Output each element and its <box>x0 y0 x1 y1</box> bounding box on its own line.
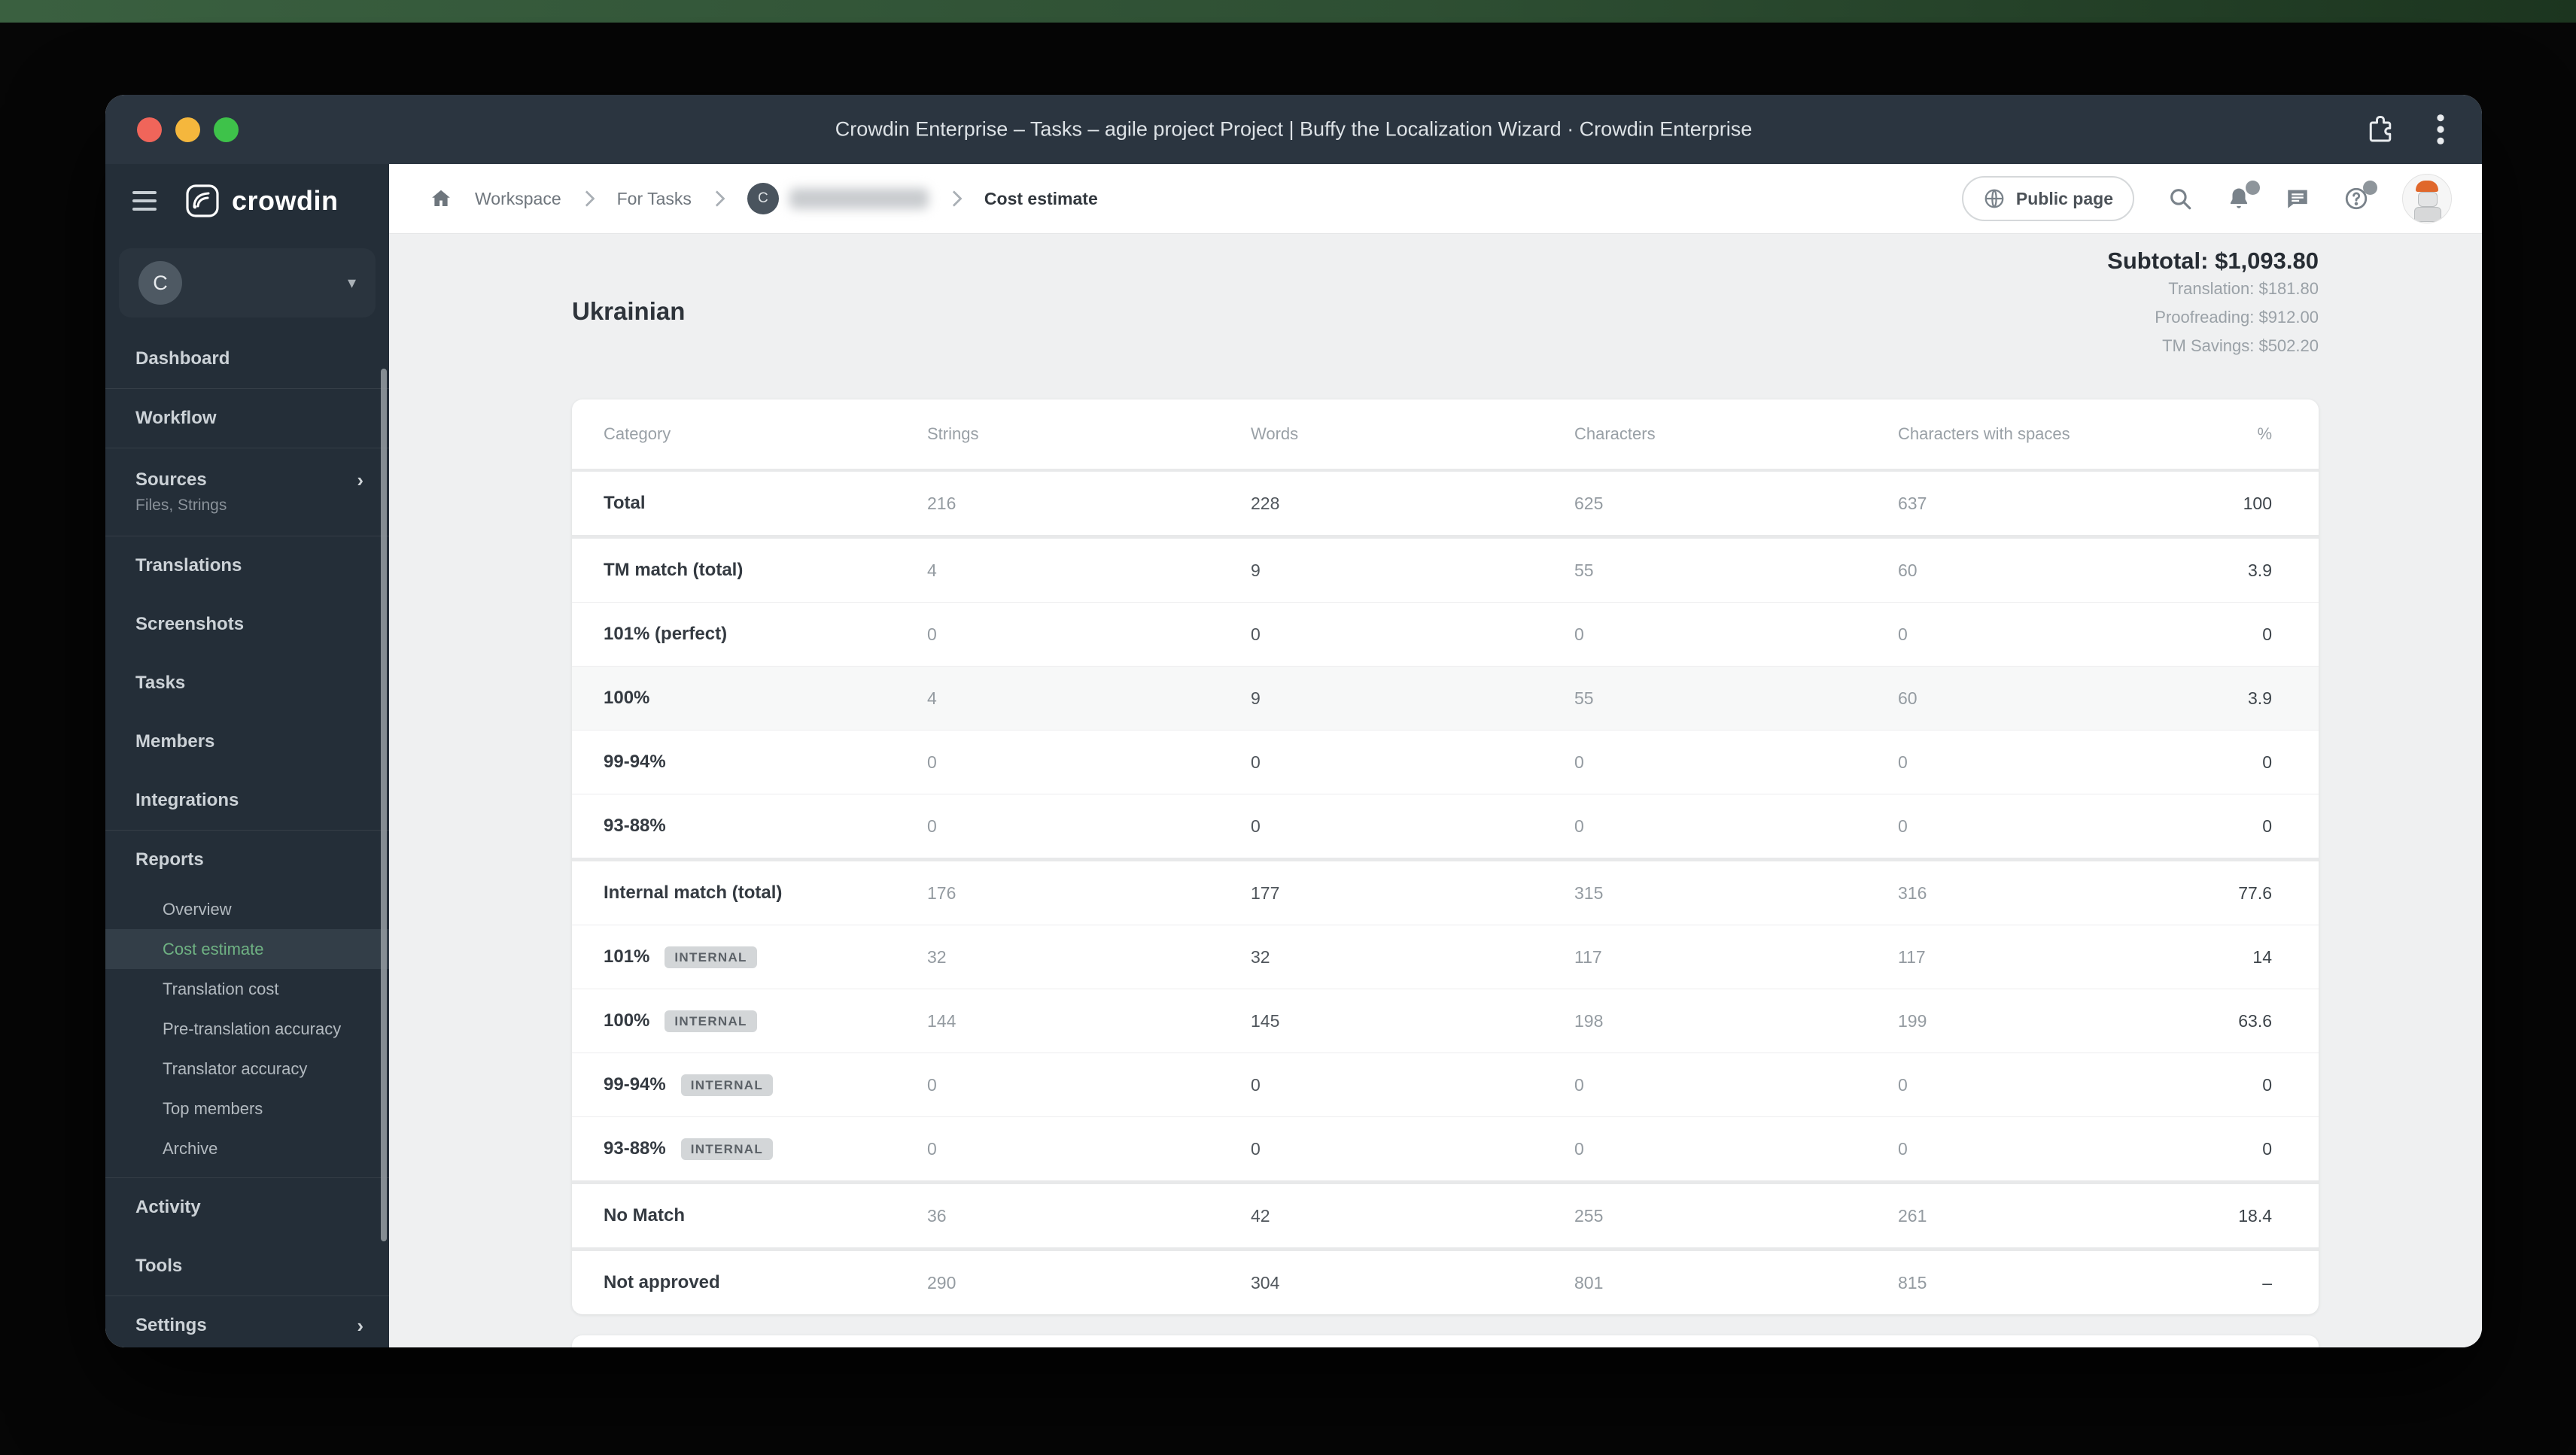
sidebar-subitem-top-members[interactable]: Top members <box>105 1089 389 1128</box>
help-icon[interactable] <box>2343 181 2377 211</box>
sidebar-subitem-cost-estimate[interactable]: Cost estimate <box>105 929 389 969</box>
avatar-hat <box>2416 181 2438 192</box>
cost-estimate-table: Category Strings Words Characters Charac… <box>572 399 2319 1314</box>
project-avatar: C <box>747 183 779 214</box>
sidebar-item-members[interactable]: Members <box>105 712 389 771</box>
sidebar-subitem-pre-translation-accuracy[interactable]: Pre-translation accuracy <box>105 1009 389 1049</box>
messages-icon[interactable] <box>2285 186 2310 211</box>
sidebar-item-sources[interactable]: Sources › Files, Strings <box>105 448 389 536</box>
col-header-category: Category <box>604 424 671 443</box>
sidebar-scrollbar[interactable] <box>381 369 387 1241</box>
help-dot <box>2363 181 2377 195</box>
minimize-window-button[interactable] <box>175 117 200 142</box>
home-icon[interactable] <box>430 187 452 210</box>
organization-avatar: C <box>138 261 182 305</box>
sidebar-subitem-translation-cost[interactable]: Translation cost <box>105 969 389 1009</box>
hamburger-menu-icon[interactable] <box>132 191 157 211</box>
window-title: Crowdin Enterprise – Tasks – agile proje… <box>835 117 1753 141</box>
extensions-puzzle-icon[interactable] <box>2365 114 2396 145</box>
table-row-99-94-internal: 99-94% INTERNAL 0 0 0 0 0 <box>572 1053 2319 1116</box>
subtotal-tm-savings: TM Savings: $502.20 <box>2162 336 2319 355</box>
sources-subtitle: Files, Strings <box>135 497 227 514</box>
public-page-button[interactable]: Public page <box>1961 176 2134 221</box>
sidebar-subitem-overview[interactable]: Overview <box>105 889 389 929</box>
subtotal-proofreading: Proofreading: $912.00 <box>2155 308 2319 327</box>
breadcrumb-item-workspace[interactable]: Workspace <box>475 189 561 209</box>
report-content: Ukrainian Subtotal: $1,093.80 Translatio… <box>389 234 2482 1347</box>
table-row-100-internal: 100% INTERNAL 144 145 198 199 63.6 <box>572 989 2319 1053</box>
table-row-total: Total 216 228 625 637 100 <box>604 493 2272 513</box>
table-row-tm-match-total: TM match (total) 4 9 55 60 3.9 <box>572 535 2319 602</box>
globe-icon <box>1984 189 2004 208</box>
organization-selector[interactable]: C ▾ <box>119 248 376 317</box>
chevron-separator-icon <box>714 190 725 207</box>
breadcrumb: Workspace For Tasks C Cost estimate <box>430 183 1098 214</box>
internal-badge: INTERNAL <box>665 1010 757 1032</box>
sidebar-item-translations[interactable]: Translations <box>105 536 389 595</box>
desktop-background <box>0 0 2576 23</box>
table-row-100: 100% 4 9 55 60 3.9 <box>572 666 2319 730</box>
project-name-redacted <box>789 188 929 209</box>
sidebar-item-integrations[interactable]: Integrations <box>105 771 389 830</box>
crowdin-wordmark: crowdin <box>232 185 339 216</box>
page-title-language: Ukrainian <box>572 297 686 325</box>
table-row-101-perfect: 101% (perfect) 0 0 0 0 0 <box>572 602 2319 666</box>
table-row-internal-match-total: Internal match (total) 176 177 315 316 7… <box>572 858 2319 925</box>
notification-dot <box>2246 181 2260 195</box>
search-icon[interactable] <box>2167 186 2193 211</box>
avatar-head <box>2418 192 2438 207</box>
crowdin-bird-icon <box>186 184 219 217</box>
chevron-separator-icon <box>951 190 962 207</box>
browser-window: Crowdin Enterprise – Tasks – agile proje… <box>105 95 2482 1347</box>
internal-badge: INTERNAL <box>680 1074 774 1096</box>
window-titlebar: Crowdin Enterprise – Tasks – agile proje… <box>105 95 2482 164</box>
internal-badge: INTERNAL <box>680 1138 774 1160</box>
sidebar-item-settings[interactable]: Settings › <box>105 1296 389 1347</box>
crowdin-logo[interactable]: crowdin <box>185 184 339 218</box>
user-avatar[interactable] <box>2402 174 2452 223</box>
subtotal-block: Subtotal: $1,093.80 Translation: $181.80… <box>2107 248 2319 360</box>
close-window-button[interactable] <box>137 117 162 142</box>
sidebar-item-dashboard[interactable]: Dashboard <box>105 330 389 388</box>
table-row-93-88: 93-88% 0 0 0 0 0 <box>572 794 2319 858</box>
table-row-not-approved: Not approved 290 304 801 815 – <box>572 1247 2319 1314</box>
per-file-table: Name ↓ Not approved Not translated TM Ma… <box>572 1335 2319 1347</box>
col-header-characters: Characters <box>1574 424 1656 443</box>
screen: Crowdin Enterprise – Tasks – agile proje… <box>0 0 2576 1455</box>
breadcrumb-bar: Workspace For Tasks C Cost estimate Publ… <box>389 164 2482 234</box>
chevron-right-icon: › <box>357 469 363 491</box>
zoom-window-button[interactable] <box>214 117 239 142</box>
browser-menu-kebab-icon[interactable] <box>2435 112 2446 147</box>
subtotal-amount: Subtotal: $1,093.80 <box>2107 248 2319 274</box>
sidebar-item-tools[interactable]: Tools <box>105 1237 389 1296</box>
internal-badge: INTERNAL <box>665 946 757 968</box>
table-row-93-88-internal: 93-88% INTERNAL 0 0 0 0 0 <box>572 1116 2319 1180</box>
breadcrumb-item-project[interactable]: C <box>747 183 929 214</box>
sidebar-item-activity[interactable]: Activity <box>105 1178 389 1237</box>
caret-down-icon: ▾ <box>347 273 356 292</box>
avatar-body <box>2414 207 2441 222</box>
sidebar: crowdin C ▾ Dashboard Workflow Sources › … <box>105 164 389 1347</box>
sidebar-item-reports[interactable]: Reports <box>105 831 389 889</box>
sidebar-subitem-translator-accuracy[interactable]: Translator accuracy <box>105 1049 389 1089</box>
breadcrumb-current-cost-estimate: Cost estimate <box>984 188 1098 208</box>
col-header-strings: Strings <box>927 424 979 443</box>
table-row-99-94: 99-94% 0 0 0 0 0 <box>572 730 2319 794</box>
table-header-row: Category Strings Words Characters Charac… <box>572 399 2319 472</box>
sidebar-subitem-archive[interactable]: Archive <box>105 1128 389 1168</box>
sidebar-item-screenshots[interactable]: Screenshots <box>105 595 389 654</box>
traffic-lights <box>137 117 239 142</box>
table-row-no-match: No Match 36 42 255 261 18.4 <box>572 1180 2319 1247</box>
sidebar-item-workflow[interactable]: Workflow <box>105 389 389 448</box>
table-row-101-internal: 101% INTERNAL 32 32 117 117 14 <box>572 925 2319 989</box>
col-header-percent: % <box>2257 424 2272 443</box>
chevron-separator-icon <box>584 190 595 207</box>
chevron-right-icon: › <box>357 1314 363 1337</box>
col-header-characters-with-spaces: Characters with spaces <box>1898 424 2070 443</box>
col-header-words: Words <box>1251 424 1299 443</box>
notifications-bell-icon[interactable] <box>2226 181 2260 211</box>
subtotal-translation: Translation: $181.80 <box>2168 279 2319 298</box>
breadcrumb-item-for-tasks[interactable]: For Tasks <box>617 189 692 209</box>
sidebar-item-tasks[interactable]: Tasks <box>105 654 389 712</box>
